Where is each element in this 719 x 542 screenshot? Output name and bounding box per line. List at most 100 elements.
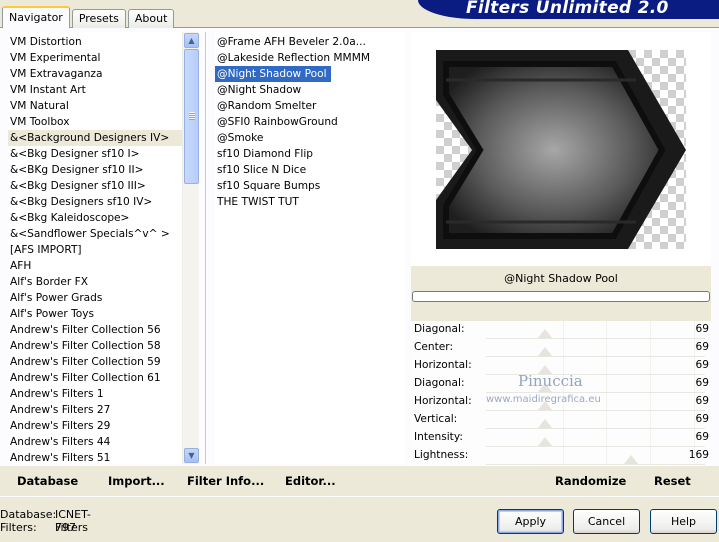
slider-tick — [606, 339, 608, 356]
category-item[interactable]: Alf's Border FX — [8, 274, 182, 290]
category-item[interactable]: VM Experimental — [8, 50, 182, 66]
banner-title: Filters Unlimited 2.0 — [466, 0, 669, 18]
category-item[interactable]: &<Bkg Designers sf10 IV> — [8, 194, 182, 210]
slider-tick — [650, 393, 652, 410]
filter-item[interactable]: sf10 Diamond Flip — [215, 146, 405, 162]
scroll-down-icon[interactable]: ▼ — [184, 448, 199, 463]
category-item[interactable]: [AFS IMPORT] — [8, 242, 182, 258]
slider-tick — [650, 357, 652, 374]
slider-label: Diagonal: — [414, 323, 465, 335]
filter-list[interactable]: @Frame AFH Beveler 2.0a... @Lakeside Refl… — [215, 32, 405, 464]
import-button[interactable]: Import... — [108, 474, 165, 488]
category-item[interactable]: &<Bkg Designer sf10 I> — [8, 146, 182, 162]
watermark-site: www.maidiregrafica.eu — [486, 394, 601, 405]
tab-about[interactable]: About — [127, 9, 175, 28]
category-item[interactable]: &<Sandflower Specials^v^ > — [8, 226, 182, 242]
category-item[interactable]: Andrew's Filters 27 — [8, 402, 182, 418]
filter-item[interactable]: @Random Smelter — [215, 98, 405, 114]
category-list[interactable]: VM Distortion VM Experimental VM Extravaga… — [8, 32, 182, 464]
slider-tick — [562, 447, 564, 464]
category-item[interactable]: Andrew's Filters 1 — [8, 386, 182, 402]
slider-value: 69 — [695, 413, 709, 425]
watermark-name: Pinuccia — [518, 372, 583, 390]
database-label: Database: — [0, 508, 57, 521]
filter-info-button[interactable]: Filter Info... — [187, 474, 264, 488]
slider-label: Lightness: — [414, 449, 469, 461]
filter-item[interactable]: THE TWIST TUT — [215, 194, 405, 210]
slider-tick — [562, 339, 564, 356]
tab-strip: Navigator Presets About — [2, 6, 176, 28]
category-item[interactable]: Andrew's Filter Collection 61 — [8, 370, 182, 386]
filter-item[interactable]: sf10 Square Bumps — [215, 178, 405, 194]
slider-tick — [606, 447, 608, 464]
category-item[interactable]: &<Bkg Kaleidoscope> — [8, 210, 182, 226]
category-item[interactable]: VM Instant Art — [8, 82, 182, 98]
command-bar: Database Import... Filter Info... Editor… — [0, 466, 719, 496]
database-button[interactable]: Database — [17, 474, 78, 488]
tab-presets[interactable]: Presets — [71, 9, 126, 28]
slider-tick — [650, 411, 652, 428]
filter-item[interactable]: @Frame AFH Beveler 2.0a... — [215, 34, 405, 50]
category-item[interactable]: AFH — [8, 258, 182, 274]
slider-tick — [562, 411, 564, 428]
slider-label: Horizontal: — [414, 395, 472, 407]
filter-item[interactable]: @Lakeside Reflection MMMM — [215, 50, 405, 66]
filters-count: 797 — [55, 521, 76, 534]
reset-button[interactable]: Reset — [654, 474, 691, 488]
slider-row: Lightness: 169 — [411, 447, 711, 465]
slider-value: 69 — [695, 341, 709, 353]
randomize-button[interactable]: Randomize — [555, 474, 626, 488]
category-scrollbar[interactable]: ▲ ▼ — [182, 32, 199, 464]
category-item[interactable]: Alf's Power Grads — [8, 290, 182, 306]
category-item[interactable]: Andrew's Filters 51 — [8, 450, 182, 464]
category-item[interactable]: Andrew's Filter Collection 56 — [8, 322, 182, 338]
slider-label: Diagonal: — [414, 377, 465, 389]
slider-value: 69 — [695, 323, 709, 335]
filter-item[interactable]: @Smoke — [215, 130, 405, 146]
slider-thumb[interactable] — [538, 329, 553, 338]
tab-navigator[interactable]: Navigator — [2, 6, 70, 28]
scroll-up-icon[interactable]: ▲ — [184, 33, 199, 48]
filter-item[interactable]: @Night Shadow Pool — [215, 66, 331, 82]
filter-item[interactable]: @Night Shadow — [215, 82, 405, 98]
slider-tick — [650, 321, 652, 338]
slider-thumb[interactable] — [538, 347, 553, 356]
slider-thumb[interactable] — [538, 419, 553, 428]
apply-button[interactable]: Apply — [497, 509, 564, 534]
cancel-button[interactable]: Cancel — [573, 509, 640, 534]
category-item[interactable]: Andrew's Filter Collection 59 — [8, 354, 182, 370]
slider-track[interactable] — [486, 464, 705, 465]
slider-tick — [650, 339, 652, 356]
category-item[interactable]: Andrew's Filters 44 — [8, 434, 182, 450]
slider-thumb[interactable] — [538, 437, 553, 446]
category-item[interactable]: &<BKg Designer sf10 II> — [8, 162, 182, 178]
filter-item[interactable]: @SFI0 RainbowGround — [215, 114, 405, 130]
category-item[interactable]: Andrew's Filters 29 — [8, 418, 182, 434]
category-item[interactable]: &<Bkg Designer sf10 III> — [8, 178, 182, 194]
category-item[interactable]: VM Toolbox — [8, 114, 182, 130]
slider-tick — [606, 411, 608, 428]
list-divider — [205, 32, 206, 464]
category-item[interactable]: Andrew's Filter Collection 58 — [8, 338, 182, 354]
slider-tick — [562, 321, 564, 338]
category-item[interactable]: VM Extravaganza — [8, 66, 182, 82]
progress-bar — [412, 291, 710, 302]
slider-tick — [650, 375, 652, 392]
grip-icon — [189, 112, 195, 120]
help-button[interactable]: Help — [650, 509, 717, 534]
preview-filter-name: @Night Shadow Pool — [504, 272, 618, 285]
category-item[interactable]: VM Natural — [8, 98, 182, 114]
editor-button[interactable]: Editor... — [285, 474, 336, 488]
slider-row: Vertical: 69 — [411, 411, 711, 429]
scroll-thumb[interactable] — [184, 49, 199, 184]
category-item[interactable]: &<Background Designers IV> — [8, 130, 182, 146]
slider-tick — [562, 429, 564, 446]
filters-label: Filters: — [0, 521, 37, 534]
slider-thumb[interactable] — [624, 455, 639, 464]
category-item[interactable]: Alf's Power Toys — [8, 306, 182, 322]
watermark: Pinuccia www.maidiregrafica.eu — [486, 372, 601, 405]
filter-item[interactable]: sf10 Slice N Dice — [215, 162, 405, 178]
slider-value: 69 — [695, 431, 709, 443]
slider-value: 169 — [688, 449, 709, 461]
category-item[interactable]: VM Distortion — [8, 34, 182, 50]
